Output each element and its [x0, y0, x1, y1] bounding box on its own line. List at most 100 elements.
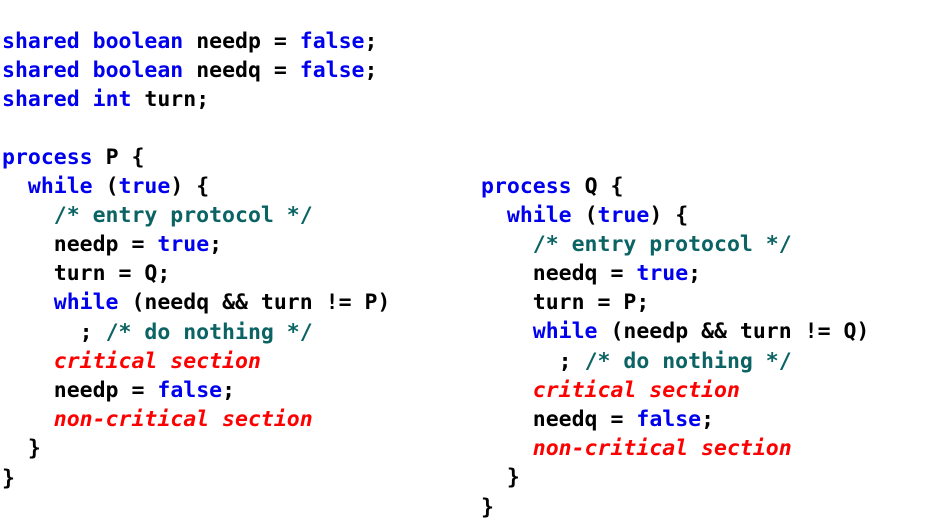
- token-punc: [80, 58, 93, 83]
- token-comment: /* do nothing */: [584, 348, 792, 374]
- token-punc: [2, 203, 54, 228]
- token-punc: [585, 290, 598, 315]
- code-line-shared-turn: shared int turn;: [2, 85, 377, 114]
- token-lit: false: [299, 28, 365, 54]
- token-punc: [2, 174, 28, 199]
- code-line-q-set-turn-p: turn = P;: [481, 288, 869, 317]
- token-ident: P: [105, 144, 119, 170]
- token-kw: process: [2, 144, 93, 170]
- token-punc: }: [2, 465, 15, 491]
- token-ident: turn: [53, 261, 106, 287]
- code-line-q-set-needq-false: needq = false;: [481, 405, 869, 434]
- token-ident: Q: [584, 173, 598, 199]
- token-punc: (: [584, 202, 598, 228]
- token-punc: [2, 407, 54, 432]
- token-punc: [610, 290, 623, 315]
- token-ident: needq: [196, 57, 261, 83]
- token-punc: [119, 232, 132, 257]
- token-punc: ;: [209, 232, 223, 258]
- token-ident: needp: [196, 28, 261, 54]
- token-ident: (needq && turn != P): [131, 290, 391, 316]
- process-p-block: process P { while (true) { /* entry prot…: [2, 143, 390, 493]
- token-punc: [623, 407, 636, 432]
- token-punc: [261, 58, 274, 83]
- token-punc: ;: [364, 28, 378, 54]
- code-line-q-non-critical-section: non-critical section: [481, 434, 869, 463]
- token-punc: [144, 378, 157, 403]
- token-punc: {: [675, 202, 689, 228]
- code-line-shared-needp: shared boolean needp = false;: [2, 27, 377, 56]
- token-punc: [183, 29, 196, 54]
- token-ident: needp: [53, 378, 119, 403]
- token-punc: [481, 232, 533, 257]
- token-punc: ): [170, 173, 184, 199]
- token-placeholder: critical section: [53, 348, 261, 374]
- token-op: =: [131, 232, 145, 258]
- token-punc: [481, 261, 533, 286]
- token-punc: [106, 261, 119, 286]
- token-punc: [2, 378, 54, 403]
- token-punc: {: [610, 173, 624, 199]
- token-lit: false: [157, 378, 223, 403]
- code-line-p-critical-section: critical section: [2, 347, 390, 376]
- token-ident: needp: [53, 232, 119, 258]
- token-punc: ;: [701, 407, 715, 432]
- token-ident: (needp && turn != Q): [610, 319, 870, 345]
- token-placeholder: non-critical section: [53, 407, 313, 433]
- process-q-block: process Q { while (true) { /* entry prot…: [481, 172, 869, 522]
- code-line-q-spin-while: while (needp && turn != Q): [481, 317, 870, 346]
- token-ident: Q: [144, 261, 158, 287]
- code-line-q-close-while: }: [481, 463, 869, 492]
- token-punc: [2, 261, 54, 286]
- token-placeholder: non-critical section: [532, 436, 792, 462]
- token-punc: [287, 58, 300, 83]
- token-punc: [572, 203, 585, 228]
- token-punc: }: [27, 436, 41, 462]
- token-punc: ;: [688, 261, 702, 287]
- token-comment: /* entry protocol */: [53, 202, 313, 228]
- token-op: =: [273, 28, 287, 54]
- token-lit: false: [636, 407, 702, 432]
- token-punc: ;: [364, 57, 378, 83]
- code-line-q-set-needq-true: needq = true;: [481, 259, 869, 288]
- token-op: =: [610, 261, 624, 287]
- code-line-p-non-critical-section: non-critical section: [2, 405, 390, 434]
- code-line-q-comment-entry: /* entry protocol */: [481, 230, 869, 259]
- code-line-p-close-while: }: [2, 434, 390, 463]
- token-punc: [119, 290, 132, 315]
- token-punc: [662, 203, 675, 228]
- code-listing-surface: shared boolean needp = false; shared bool…: [0, 0, 937, 520]
- code-line-p-while-true: while (true) {: [2, 172, 390, 201]
- token-op: =: [118, 261, 132, 287]
- code-line-q-while-true: while (true) {: [481, 201, 869, 230]
- code-line-p-set-turn-q: turn = Q;: [2, 259, 390, 288]
- token-punc: [80, 29, 93, 54]
- code-line-p-do-nothing: ; /* do nothing */: [2, 318, 390, 347]
- token-ident: needq: [532, 407, 598, 432]
- token-kw: process: [481, 173, 572, 199]
- token-punc: [144, 232, 157, 257]
- code-line-p-set-needp-true: needp = true;: [2, 230, 390, 259]
- token-punc: }: [506, 465, 520, 491]
- token-punc: [598, 174, 611, 199]
- token-placeholder: critical section: [532, 377, 740, 403]
- token-lit: true: [597, 202, 650, 228]
- token-punc: [119, 378, 132, 403]
- code-line-q-header: process Q {: [481, 172, 869, 201]
- token-punc: ;: [481, 348, 585, 374]
- token-punc: [481, 407, 533, 432]
- token-punc: {: [131, 144, 145, 170]
- token-punc: {: [196, 173, 210, 199]
- token-op: =: [610, 407, 624, 432]
- token-punc: [598, 319, 611, 344]
- code-line-p-close-process: }: [2, 464, 390, 493]
- token-op: =: [131, 378, 145, 403]
- token-kw: shared: [2, 28, 80, 54]
- token-lit: true: [118, 173, 171, 199]
- token-punc: [481, 290, 533, 315]
- token-punc: ;: [157, 261, 171, 287]
- token-punc: [80, 87, 93, 112]
- token-op: =: [273, 57, 287, 83]
- token-ident: needq: [532, 261, 598, 287]
- token-punc: [481, 465, 507, 490]
